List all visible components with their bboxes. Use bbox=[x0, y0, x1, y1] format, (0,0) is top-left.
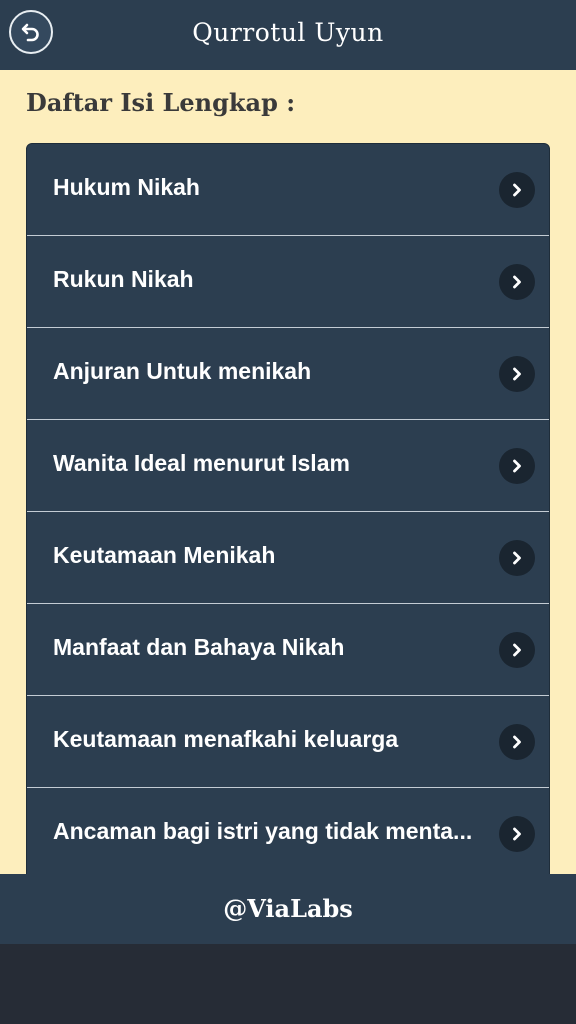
main-content: Daftar Isi Lengkap : Hukum Nikah Rukun N… bbox=[0, 70, 576, 874]
list-item[interactable]: Wanita Ideal menurut Islam bbox=[27, 420, 549, 512]
chevron-right-icon bbox=[499, 540, 535, 576]
menu-list: Hukum Nikah Rukun Nikah Anjuran Untuk me… bbox=[26, 143, 550, 874]
list-item[interactable]: Hukum Nikah bbox=[27, 144, 549, 236]
list-item-label: Ancaman bagi istri yang tidak menta... bbox=[53, 818, 473, 844]
list-item[interactable]: Keutamaan Menikah bbox=[27, 512, 549, 604]
list-item-label: Wanita Ideal menurut Islam bbox=[53, 450, 350, 476]
list-item-label: Keutamaan Menikah bbox=[53, 542, 276, 568]
chevron-right-icon bbox=[499, 816, 535, 852]
footer-credit: @ViaLabs bbox=[223, 894, 353, 923]
list-item-label: Keutamaan menafkahi keluarga bbox=[53, 726, 399, 752]
chevron-right-icon bbox=[499, 264, 535, 300]
list-item-label: Manfaat dan Bahaya Nikah bbox=[53, 634, 345, 660]
page-title: Qurrotul Uyun bbox=[192, 18, 384, 47]
list-item[interactable]: Keutamaan menafkahi keluarga bbox=[27, 696, 549, 788]
list-item-label: Anjuran Untuk menikah bbox=[53, 358, 312, 384]
chevron-right-icon bbox=[499, 724, 535, 760]
list-item[interactable]: Ancaman bagi istri yang tidak menta... bbox=[27, 788, 549, 874]
chevron-right-icon bbox=[499, 172, 535, 208]
section-title: Daftar Isi Lengkap : bbox=[26, 88, 296, 117]
footer-bar: @ViaLabs bbox=[0, 874, 576, 944]
list-item-label: Hukum Nikah bbox=[53, 174, 200, 200]
chevron-right-icon bbox=[499, 356, 535, 392]
list-item[interactable]: Manfaat dan Bahaya Nikah bbox=[27, 604, 549, 696]
app-header: Qurrotul Uyun bbox=[0, 0, 576, 70]
bottom-strip bbox=[0, 944, 576, 1024]
chevron-right-icon bbox=[499, 632, 535, 668]
list-item[interactable]: Rukun Nikah bbox=[27, 236, 549, 328]
list-item-label: Rukun Nikah bbox=[53, 266, 194, 292]
list-item[interactable]: Anjuran Untuk menikah bbox=[27, 328, 549, 420]
chevron-right-icon bbox=[499, 448, 535, 484]
